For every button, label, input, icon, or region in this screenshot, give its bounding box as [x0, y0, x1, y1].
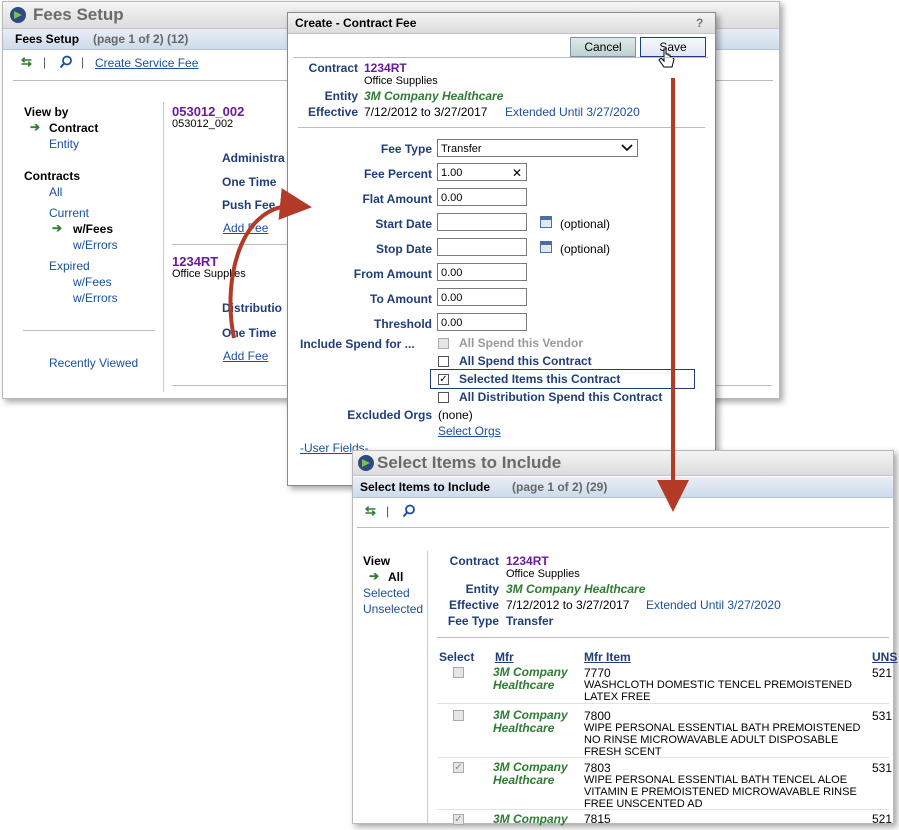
arrow-add-fee-to-dialog [228, 188, 312, 339]
annotation-arrows [228, 78, 689, 512]
